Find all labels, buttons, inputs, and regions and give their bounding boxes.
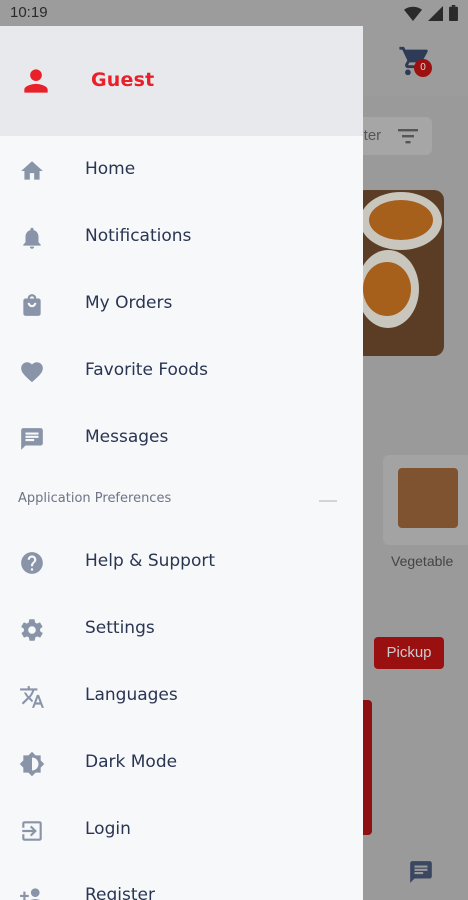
user-name: Guest	[91, 69, 155, 91]
menu-label: Languages	[85, 685, 178, 705]
menu-item-messages[interactable]: Messages	[0, 408, 363, 468]
menu-item-languages[interactable]: Languages	[0, 666, 363, 726]
menu-item-my-orders[interactable]: My Orders	[0, 274, 363, 334]
menu-label: Favorite Foods	[85, 360, 208, 380]
login-icon	[22, 821, 42, 841]
menu-label: Dark Mode	[85, 752, 178, 772]
menu-item-favorite-foods[interactable]: Favorite Foods	[0, 341, 363, 401]
menu-label: Register	[85, 885, 155, 900]
menu-label: My Orders	[85, 293, 173, 313]
menu-item-notifications[interactable]: Notifications	[0, 207, 363, 267]
product-label: Vegetable	[391, 553, 454, 569]
help-icon	[21, 552, 43, 574]
signal-icon	[428, 5, 443, 21]
translate-icon	[20, 686, 44, 708]
menu-item-help-support[interactable]: Help & Support	[0, 532, 363, 592]
menu-item-home[interactable]: Home	[0, 140, 363, 200]
menu-label: Help & Support	[85, 551, 216, 571]
home-icon	[21, 161, 43, 180]
person-icon	[24, 69, 48, 93]
product-image	[398, 468, 458, 528]
chat-fab-icon[interactable]	[408, 859, 434, 885]
menu-label: Home	[85, 159, 136, 179]
status-bar: 10:19	[0, 0, 468, 26]
menu-item-dark-mode[interactable]: Dark Mode	[0, 733, 363, 793]
cart-count-badge: 0	[414, 59, 432, 77]
menu-item-settings[interactable]: Settings	[0, 599, 363, 659]
chat-icon	[21, 428, 43, 450]
drawer-header[interactable]: Guest	[0, 26, 363, 136]
bell-icon	[23, 227, 41, 249]
add-person-icon	[20, 888, 40, 900]
menu-label: Messages	[85, 427, 169, 447]
food-image-card[interactable]	[355, 190, 444, 356]
gear-icon	[21, 619, 43, 641]
heart-icon	[21, 362, 43, 383]
status-icons	[404, 5, 458, 21]
section-title: Application Preferences	[18, 491, 172, 506]
shopping-bag-icon	[23, 294, 41, 316]
menu-label: Login	[85, 819, 131, 839]
pickup-button[interactable]: Pickup	[374, 637, 444, 669]
filter-icon	[398, 129, 418, 144]
brightness-icon	[19, 751, 45, 777]
status-time: 10:19	[10, 4, 48, 21]
battery-icon	[449, 5, 458, 21]
section-divider	[319, 500, 337, 502]
menu-item-login[interactable]: Login	[0, 800, 363, 860]
wifi-icon	[404, 6, 422, 21]
menu-label: Notifications	[85, 226, 192, 246]
menu-label: Settings	[85, 618, 155, 638]
navigation-drawer: Guest Home Notifications My Orders Favor…	[0, 26, 363, 900]
menu-item-register[interactable]: Register	[0, 866, 363, 900]
